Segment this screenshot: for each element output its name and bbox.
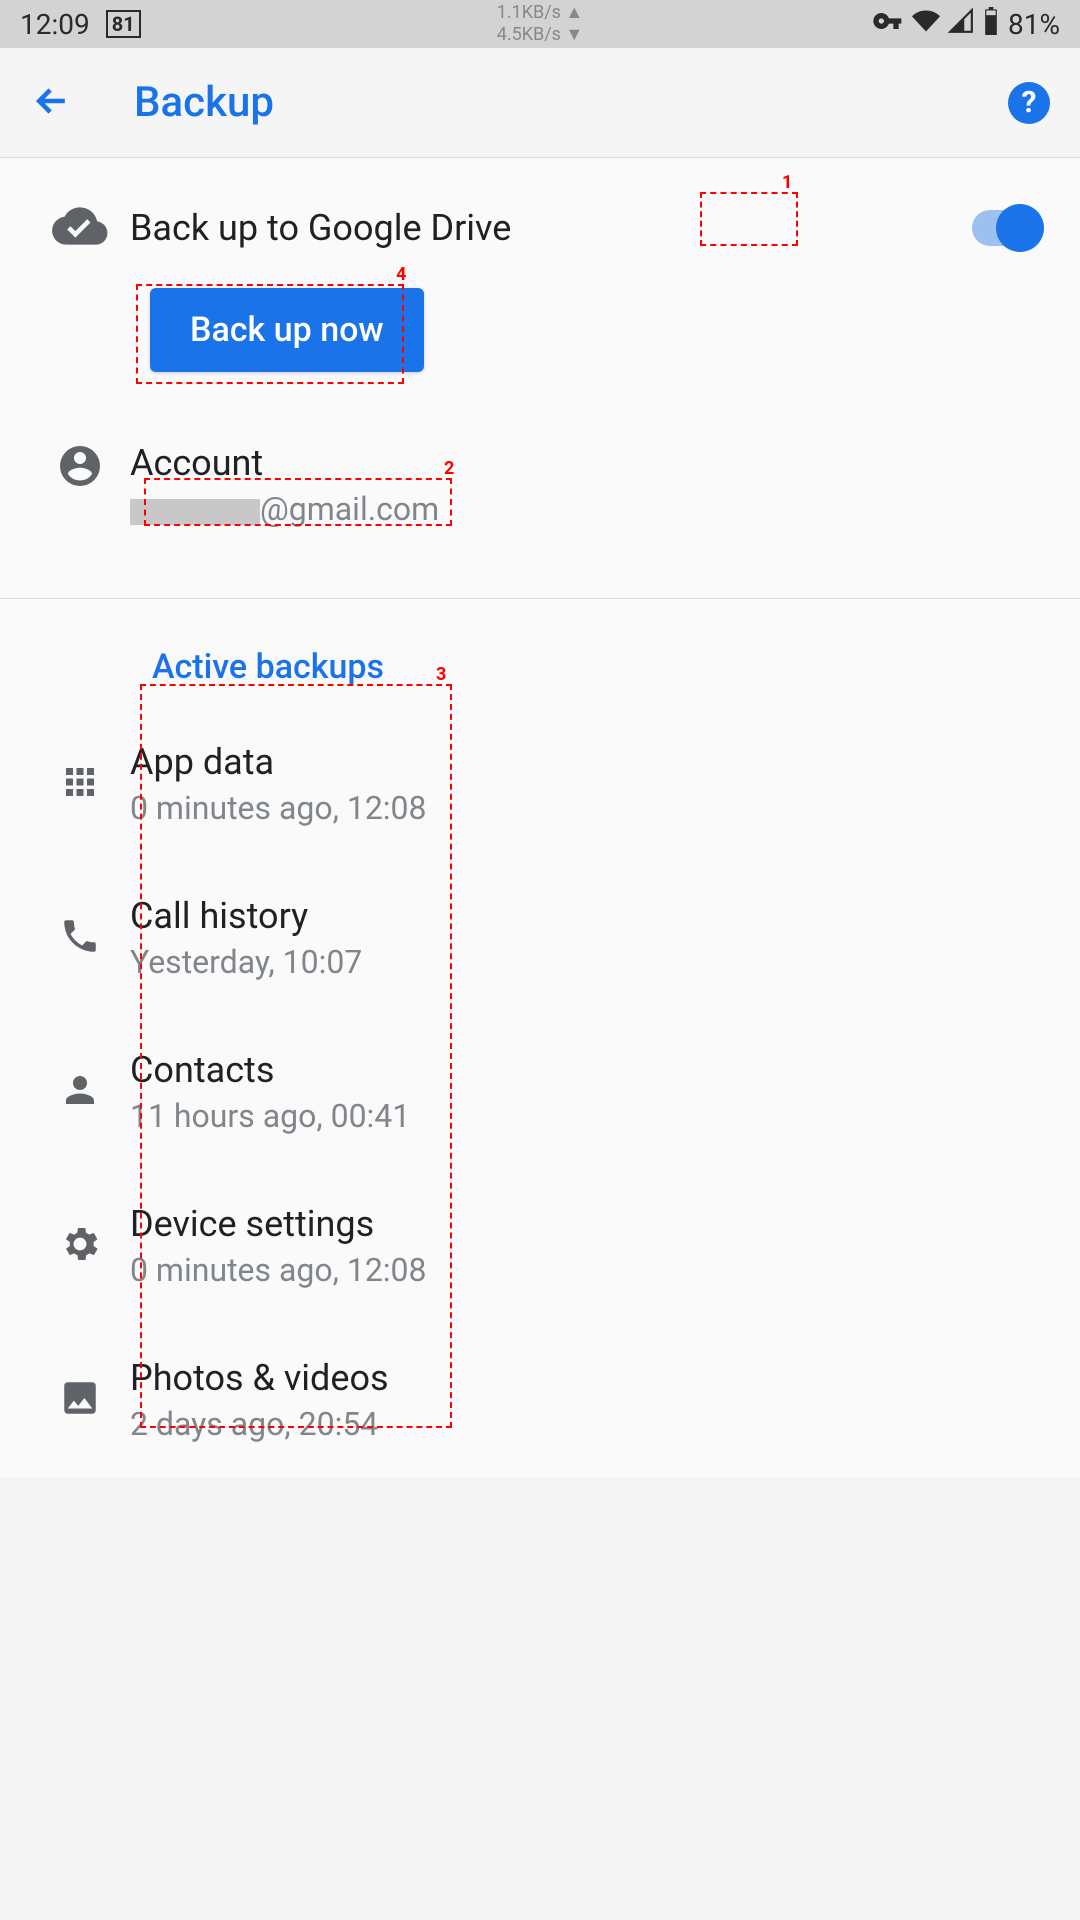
annotation-label-3: 3 bbox=[436, 664, 446, 685]
annotation-label-2: 2 bbox=[444, 458, 454, 479]
backup-toggle-label: Back up to Google Drive bbox=[130, 207, 972, 249]
status-bar: 12:09 81 1.1KB/s ▲ 4.5KB/s ▼ 81% bbox=[0, 0, 1080, 48]
cloud-done-icon bbox=[52, 198, 108, 258]
item-subtitle: 2 days ago, 20:54 bbox=[130, 1405, 1050, 1443]
person-icon bbox=[59, 1069, 101, 1115]
item-title: App data bbox=[130, 741, 1050, 783]
account-icon bbox=[56, 442, 104, 494]
status-time: 12:09 bbox=[20, 8, 90, 41]
image-icon bbox=[59, 1377, 101, 1423]
vpn-key-icon bbox=[872, 5, 904, 44]
account-label: Account bbox=[130, 442, 1050, 484]
battery-icon bbox=[982, 7, 1000, 42]
item-title: Device settings bbox=[130, 1203, 1050, 1245]
phone-icon bbox=[59, 915, 101, 961]
page-title: Backup bbox=[134, 78, 1008, 127]
item-subtitle: 11 hours ago, 00:41 bbox=[130, 1097, 1050, 1135]
backup-toggle-switch[interactable] bbox=[972, 210, 1040, 246]
backup-now-button[interactable]: Back up now bbox=[150, 288, 424, 372]
wifi-icon bbox=[912, 7, 940, 42]
item-subtitle: Yesterday, 10:07 bbox=[130, 943, 1050, 981]
backup-item-app-data[interactable]: App data 0 minutes ago, 12:08 bbox=[0, 707, 1080, 861]
item-title: Contacts bbox=[130, 1049, 1050, 1091]
item-subtitle: 0 minutes ago, 12:08 bbox=[130, 1251, 1050, 1289]
annotation-label-1: 1 bbox=[782, 172, 792, 193]
backup-item-photos-videos[interactable]: Photos & videos 2 days ago, 20:54 bbox=[0, 1323, 1080, 1477]
apps-icon bbox=[59, 761, 101, 807]
annotation-label-4: 4 bbox=[396, 264, 406, 285]
backup-toggle-row[interactable]: Back up to Google Drive bbox=[0, 158, 1080, 278]
account-email: @gmail.com bbox=[130, 490, 1050, 528]
help-icon[interactable]: ? bbox=[1008, 82, 1050, 124]
email-redacted bbox=[130, 499, 260, 525]
gear-icon bbox=[58, 1222, 102, 1270]
item-subtitle: 0 minutes ago, 12:08 bbox=[130, 789, 1050, 827]
app-bar: Backup ? bbox=[0, 48, 1080, 158]
backup-item-call-history[interactable]: Call history Yesterday, 10:07 bbox=[0, 861, 1080, 1015]
backup-item-contacts[interactable]: Contacts 11 hours ago, 00:41 bbox=[0, 1015, 1080, 1169]
battery-percent: 81% bbox=[1008, 8, 1060, 41]
account-row[interactable]: Account @gmail.com bbox=[0, 402, 1080, 578]
item-title: Call history bbox=[130, 895, 1050, 937]
back-icon[interactable] bbox=[30, 79, 74, 127]
active-backups-header: Active backups bbox=[0, 599, 1080, 707]
signal-icon bbox=[948, 8, 974, 41]
backup-item-device-settings[interactable]: Device settings 0 minutes ago, 12:08 bbox=[0, 1169, 1080, 1323]
item-title: Photos & videos bbox=[130, 1357, 1050, 1399]
network-speed: 1.1KB/s ▲ 4.5KB/s ▼ bbox=[497, 2, 583, 45]
calendar-icon: 81 bbox=[106, 10, 141, 38]
